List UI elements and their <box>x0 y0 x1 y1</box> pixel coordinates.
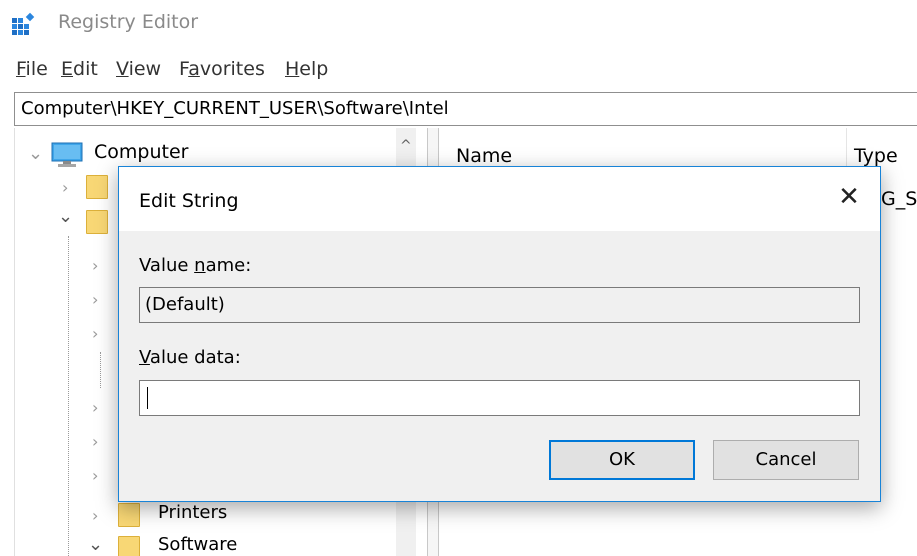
dialog-titlebar: Edit String ✕ <box>119 167 880 231</box>
value-name-field: (Default) <box>139 287 860 323</box>
chevron-right-icon[interactable]: › <box>92 466 98 485</box>
chevron-right-icon[interactable]: › <box>62 178 68 197</box>
column-header-name[interactable]: Name <box>456 145 512 167</box>
tree-item-software[interactable]: Software <box>158 534 237 555</box>
ok-button[interactable]: OK <box>549 440 695 480</box>
menu-favorites[interactable]: Favorites <box>179 58 265 80</box>
tree-guide-line <box>68 236 69 556</box>
tree-item-computer[interactable]: Computer <box>94 141 188 163</box>
address-path: Computer\HKEY_CURRENT_USER\Software\Inte… <box>21 98 449 119</box>
value-name-text: (Default) <box>145 294 225 315</box>
tree-guide-line <box>100 352 101 388</box>
value-name-label: Value name: <box>139 255 252 276</box>
edit-string-dialog: Edit String ✕ Value name: (Default) Valu… <box>118 166 881 502</box>
chevron-right-icon[interactable]: › <box>92 432 98 451</box>
menu-view[interactable]: View <box>116 58 161 80</box>
tree-item-printers[interactable]: Printers <box>158 502 227 523</box>
registry-editor-icon <box>12 12 35 35</box>
chevron-right-icon[interactable]: › <box>92 256 98 275</box>
chevron-down-icon[interactable]: ⌄ <box>88 534 103 555</box>
chevron-right-icon[interactable]: › <box>92 290 98 309</box>
menu-file[interactable]: File <box>16 58 48 80</box>
folder-icon <box>118 536 140 556</box>
window-title: Registry Editor <box>58 11 199 33</box>
chevron-right-icon[interactable]: › <box>92 324 98 343</box>
menu-bar: File Edit View Favorites Help <box>0 50 917 90</box>
chevron-right-icon[interactable]: › <box>92 506 98 525</box>
scroll-up-icon[interactable]: ^ <box>400 138 412 154</box>
cancel-button[interactable]: Cancel <box>713 440 859 480</box>
folder-icon <box>86 210 108 234</box>
dialog-title: Edit String <box>139 190 239 212</box>
column-header-type[interactable]: Type <box>854 145 898 167</box>
window-titlebar: Registry Editor <box>0 0 917 48</box>
text-caret <box>147 387 148 409</box>
folder-icon <box>86 175 108 199</box>
value-data-input[interactable] <box>139 380 860 416</box>
chevron-down-icon[interactable]: ⌄ <box>58 206 73 227</box>
menu-edit[interactable]: Edit <box>61 58 98 80</box>
computer-icon <box>51 142 83 167</box>
address-bar[interactable]: Computer\HKEY_CURRENT_USER\Software\Inte… <box>14 92 917 126</box>
close-icon[interactable]: ✕ <box>835 183 863 211</box>
folder-icon <box>118 503 140 527</box>
menu-help[interactable]: Help <box>285 58 328 80</box>
chevron-right-icon[interactable]: › <box>92 398 98 417</box>
value-data-label: Value data: <box>139 347 241 368</box>
chevron-down-icon[interactable]: ⌄ <box>28 143 43 164</box>
